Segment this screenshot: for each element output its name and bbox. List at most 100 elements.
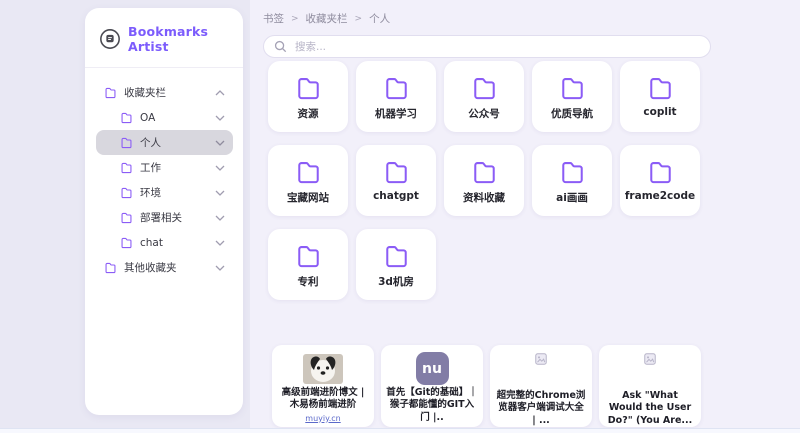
- app-title: Bookmarks Artist: [128, 24, 243, 54]
- folder-label: frame2code: [625, 190, 695, 202]
- folder-label: 优质导航: [551, 106, 593, 121]
- bookmark-thumbnail: [644, 350, 656, 390]
- broken-image-icon: [535, 353, 547, 365]
- bookmark-title: 首先【Git的基础】｜猴子都能懂的GIT入门 |..: [381, 387, 483, 424]
- folder-card-quality-nav[interactable]: 优质导航: [532, 61, 612, 132]
- breadcrumb-item-favorites-bar[interactable]: 收藏夹栏: [306, 11, 348, 26]
- sidebar-item-oa[interactable]: OA: [96, 105, 233, 130]
- folder-label: 机器学习: [375, 106, 417, 121]
- folder-card-ziyuan[interactable]: 资源: [268, 61, 348, 132]
- breadcrumb-item-personal[interactable]: 个人: [369, 11, 390, 26]
- bookmark-badge-icon: [99, 28, 121, 50]
- folder-icon: [120, 161, 133, 174]
- sidebar: Bookmarks Artist 收藏夹栏 OA 个人: [85, 8, 243, 415]
- folder-label: 3d机房: [378, 274, 414, 289]
- folder-card-machine-learning[interactable]: 机器学习: [356, 61, 436, 132]
- bookmark-title: 超完整的Chrome浏览器客户端调试大全 | ...: [490, 390, 592, 427]
- folder-icon: [471, 74, 498, 101]
- bookmark-link[interactable]: muyiy.cn: [299, 414, 346, 425]
- dog-photo-thumbnail: [303, 354, 343, 384]
- sidebar-item-other-bookmarks[interactable]: 其他收藏夹: [96, 255, 233, 280]
- folder-icon: [295, 242, 322, 269]
- folder-card-coplit[interactable]: coplit: [620, 61, 700, 132]
- folder-icon: [104, 261, 117, 274]
- folder-card-treasure-sites[interactable]: 宝藏网站: [268, 145, 348, 216]
- sidebar-item-deployment[interactable]: 部署相关: [96, 205, 233, 230]
- folder-label: 公众号: [468, 106, 500, 121]
- nulab-logo: nu: [416, 352, 449, 385]
- folder-icon: [120, 236, 133, 249]
- chevron-down-icon[interactable]: [215, 240, 225, 246]
- folder-icon: [647, 74, 674, 101]
- folder-label: 资料收藏: [463, 190, 505, 205]
- bookmark-thumbnail: [303, 350, 343, 387]
- folder-icon: [647, 158, 674, 185]
- sidebar-item-label: 个人: [140, 135, 161, 150]
- folder-label: 宝藏网站: [287, 190, 329, 205]
- app-logo: Bookmarks Artist: [85, 8, 243, 54]
- folder-icon: [120, 111, 133, 124]
- folder-icon: [295, 158, 322, 185]
- folder-label: ai画画: [556, 190, 588, 205]
- sidebar-item-chat[interactable]: chat: [96, 230, 233, 255]
- folder-icon: [471, 158, 498, 185]
- folder-icon: [120, 211, 133, 224]
- chevron-down-icon[interactable]: [215, 265, 225, 271]
- folder-label: 专利: [298, 274, 319, 289]
- sidebar-item-favorites-bar[interactable]: 收藏夹栏: [96, 80, 233, 105]
- sidebar-item-work[interactable]: 工作: [96, 155, 233, 180]
- folder-card-official-accounts[interactable]: 公众号: [444, 61, 524, 132]
- folder-icon: [383, 242, 410, 269]
- folder-icon: [120, 186, 133, 199]
- breadcrumb-item-bookmarks[interactable]: 书签: [263, 11, 284, 26]
- sidebar-item-label: 其他收藏夹: [124, 260, 177, 275]
- folder-label: 资源: [298, 106, 319, 121]
- bookmark-title: 高级前端进阶博文 | 木易杨前端进阶: [272, 387, 374, 412]
- search-input[interactable]: [293, 40, 700, 54]
- search-bar: [263, 35, 711, 58]
- folder-icon: [120, 136, 133, 149]
- chevron-down-icon[interactable]: [215, 140, 225, 146]
- sidebar-nav: 收藏夹栏 OA 个人: [85, 68, 243, 280]
- broken-image-icon: [644, 353, 656, 365]
- chevron-up-icon[interactable]: [215, 90, 225, 96]
- bookmarks-row: 高级前端进阶博文 | 木易杨前端进阶 muyiy.cn nu 首先【Git的基础…: [272, 345, 701, 427]
- bookmark-card-97-things[interactable]: Ask "What Would the User Do?" (You Are..…: [599, 345, 701, 427]
- bookmark-card-backlog-git[interactable]: nu 首先【Git的基础】｜猴子都能懂的GIT入门 |.. backlog.co…: [381, 345, 483, 427]
- sidebar-item-label: 工作: [140, 160, 161, 175]
- bookmark-thumbnail: nu: [416, 350, 449, 387]
- bookmark-title: Ask "What Would the User Do?" (You Are..…: [599, 390, 701, 427]
- chevron-down-icon[interactable]: [215, 215, 225, 221]
- breadcrumb-separator: >: [291, 14, 299, 24]
- chevron-down-icon[interactable]: [215, 190, 225, 196]
- breadcrumb: 书签 > 收藏夹栏 > 个人: [250, 0, 800, 26]
- folder-icon: [295, 74, 322, 101]
- sidebar-item-environment[interactable]: 环境: [96, 180, 233, 205]
- sidebar-item-label: 部署相关: [140, 210, 182, 225]
- sidebar-item-label: 环境: [140, 185, 161, 200]
- folder-label: coplit: [643, 106, 676, 118]
- bookmark-link[interactable]: backlog.com: [401, 426, 464, 427]
- folder-card-patents[interactable]: 专利: [268, 229, 348, 300]
- search-icon: [274, 40, 287, 53]
- folder-icon: [559, 158, 586, 185]
- folder-card-chatgpt[interactable]: chatgpt: [356, 145, 436, 216]
- bookmark-thumbnail: [535, 350, 547, 390]
- folder-icon: [383, 74, 410, 101]
- sidebar-item-personal[interactable]: 个人: [96, 130, 233, 155]
- folder-card-materials[interactable]: 资料收藏: [444, 145, 524, 216]
- bookmark-card-muyiy[interactable]: 高级前端进阶博文 | 木易杨前端进阶 muyiy.cn: [272, 345, 374, 427]
- sidebar-item-label: chat: [140, 237, 163, 249]
- folder-grid: 资源 机器学习 公众号 优质导航 coplit 宝藏网站 chatgpt 资料: [268, 61, 712, 300]
- breadcrumb-separator: >: [355, 14, 363, 24]
- bookmark-card-chrome-debug[interactable]: 超完整的Chrome浏览器客户端调试大全 | ... www.igeekbar.…: [490, 345, 592, 427]
- folder-card-frame2code[interactable]: frame2code: [620, 145, 700, 216]
- folder-icon: [383, 158, 410, 185]
- chevron-down-icon[interactable]: [215, 115, 225, 121]
- folder-card-ai-painting[interactable]: ai画画: [532, 145, 612, 216]
- main-panel: 书签 > 收藏夹栏 > 个人 资源 机器学习 公众号 优质导航 coplit: [250, 0, 800, 433]
- chevron-down-icon[interactable]: [215, 165, 225, 171]
- folder-card-3d-room[interactable]: 3d机房: [356, 229, 436, 300]
- folder-icon: [559, 74, 586, 101]
- sidebar-item-label: OA: [140, 112, 155, 124]
